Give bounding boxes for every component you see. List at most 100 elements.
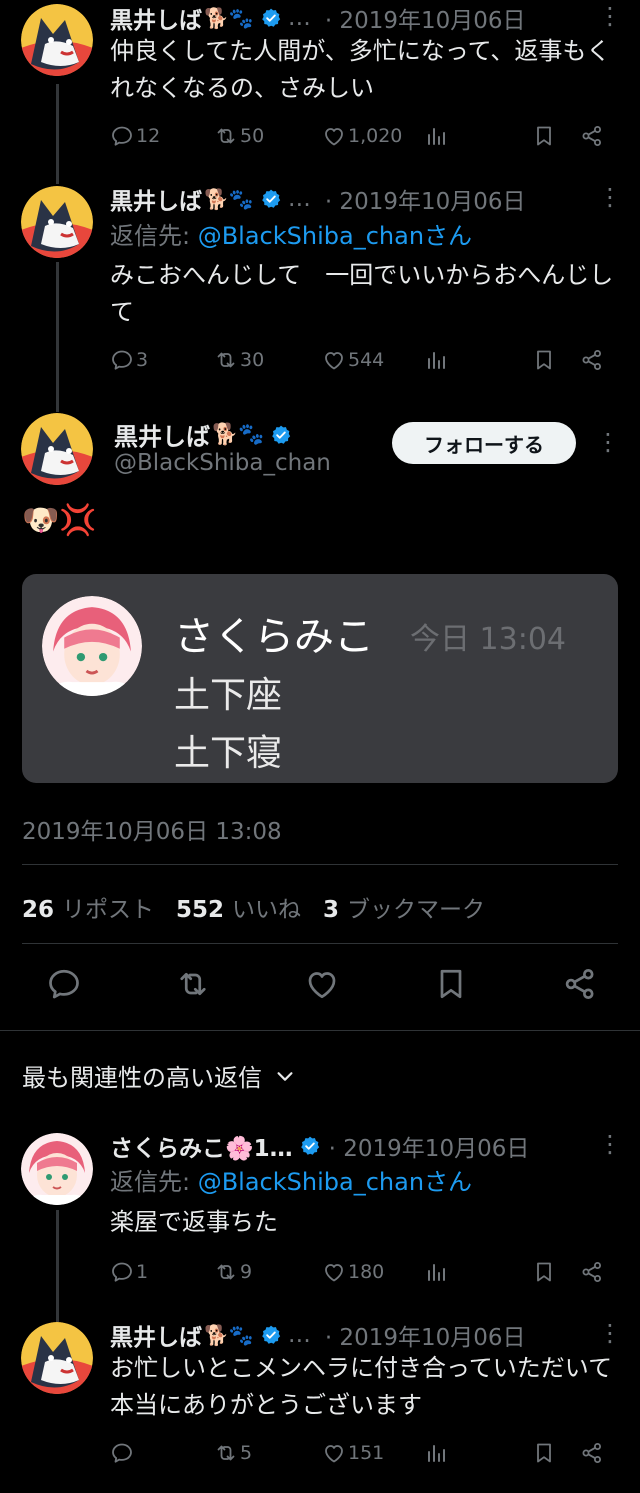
retweet-icon bbox=[214, 1441, 238, 1465]
like-count: 1,020 bbox=[348, 125, 403, 147]
views-button[interactable] bbox=[424, 348, 532, 372]
reply-mention-link[interactable]: @BlackShiba_chanさん bbox=[198, 222, 472, 250]
reply-button[interactable]: 3 bbox=[110, 348, 214, 372]
tweet-text: お忙しいとこメンヘラに付き合っていただいて本当にありがとうございます bbox=[110, 1354, 613, 1419]
avatar[interactable] bbox=[21, 186, 93, 258]
views-button[interactable] bbox=[424, 1260, 532, 1284]
tweet-actions: 12 50 1,020 bbox=[110, 120, 616, 152]
share-button[interactable] bbox=[580, 1260, 604, 1284]
views-button[interactable] bbox=[424, 124, 532, 148]
divider bbox=[22, 864, 618, 865]
like-icon[interactable] bbox=[304, 966, 340, 1002]
bookmark-button[interactable] bbox=[532, 1260, 580, 1284]
tweet-actions: 5 151 bbox=[110, 1437, 616, 1469]
retweet-button[interactable]: 50 bbox=[214, 124, 322, 148]
retweet-icon bbox=[214, 348, 238, 372]
share-button[interactable] bbox=[580, 1441, 604, 1465]
bookmark-icon[interactable] bbox=[433, 966, 469, 1002]
author-name[interactable]: 黒井しば bbox=[110, 182, 202, 216]
share-icon bbox=[580, 124, 604, 148]
author-name[interactable]: 黒井しば bbox=[114, 417, 210, 452]
tweet-text: みこおへんじして 一回でいいからおへんじして bbox=[110, 261, 614, 326]
reply-button[interactable]: 12 bbox=[110, 124, 214, 148]
reply-mention-link[interactable]: @BlackShiba_chanさん bbox=[198, 1168, 472, 1196]
like-button[interactable]: 1,020 bbox=[322, 124, 424, 148]
tweet-date[interactable]: · 2019年10月06日 bbox=[325, 1318, 526, 1352]
views-button[interactable] bbox=[424, 1441, 532, 1465]
bookmark-button[interactable] bbox=[532, 348, 580, 372]
reply-count: 3 bbox=[136, 349, 149, 371]
reply-sort-dropdown[interactable]: 最も関連性の高い返信 bbox=[22, 1058, 296, 1093]
bookmarks-stat[interactable]: 3 ブックマーク bbox=[323, 890, 485, 924]
likes-label: いいね bbox=[232, 897, 302, 923]
retweet-button[interactable]: 5 bbox=[214, 1441, 322, 1465]
retweet-icon[interactable] bbox=[175, 966, 211, 1002]
author-handle[interactable]: @BlackShiba_chan bbox=[114, 450, 331, 476]
more-icon[interactable]: ⋮ bbox=[598, 183, 622, 211]
more-icon[interactable]: ⋮ bbox=[598, 1130, 622, 1158]
card-line: 土下寝 bbox=[174, 733, 283, 774]
like-button[interactable]: 180 bbox=[322, 1260, 424, 1284]
like-icon bbox=[322, 1441, 346, 1465]
follow-button[interactable]: フォローする bbox=[392, 422, 576, 464]
verified-icon bbox=[260, 1324, 282, 1346]
reply-prefix: 返信先: bbox=[110, 222, 198, 250]
reply-count: 1 bbox=[136, 1261, 149, 1283]
thread-line bbox=[56, 84, 59, 184]
like-button[interactable]: 544 bbox=[322, 348, 424, 372]
author-name[interactable]: 黒井しば bbox=[110, 1318, 202, 1352]
reposts-count: 26 bbox=[22, 897, 55, 923]
chevron-down-icon bbox=[277, 1071, 293, 1081]
tweet-date[interactable]: · 2019年10月06日 bbox=[329, 1129, 530, 1163]
sort-label: 最も関連性の高い返信 bbox=[22, 1064, 262, 1092]
avatar[interactable] bbox=[21, 4, 93, 76]
tweet-date[interactable]: · 2019年10月06日 bbox=[325, 182, 526, 216]
tweet-text: 仲良くしてた人間が、多忙になって、返事もくれなくなるの、さみしい bbox=[110, 37, 611, 102]
main-actions bbox=[22, 966, 618, 1010]
reposts-stat[interactable]: 26 リポスト bbox=[22, 890, 154, 924]
reposts-label: リポスト bbox=[62, 897, 155, 923]
author-name[interactable]: 黒井しば bbox=[110, 1, 202, 35]
bookmark-icon bbox=[532, 1260, 556, 1284]
reply-prefix: 返信先: bbox=[110, 1168, 198, 1196]
retweet-count: 50 bbox=[240, 125, 265, 147]
bookmark-icon bbox=[532, 1441, 556, 1465]
likes-stat[interactable]: 552 いいね bbox=[176, 890, 301, 924]
like-button[interactable]: 151 bbox=[322, 1441, 424, 1465]
reply-button[interactable]: 1 bbox=[110, 1260, 214, 1284]
more-icon[interactable]: ⋮ bbox=[596, 428, 620, 456]
retweet-count: 9 bbox=[240, 1261, 253, 1283]
more-icon[interactable]: ⋮ bbox=[598, 2, 622, 30]
reply-icon[interactable] bbox=[46, 966, 82, 1002]
reply-count: 12 bbox=[136, 125, 161, 147]
like-icon bbox=[322, 1260, 346, 1284]
avatar[interactable] bbox=[21, 1133, 93, 1205]
tweet-actions: 3 30 544 bbox=[110, 344, 616, 376]
reply-context: 返信先: @BlackShiba_chanさん bbox=[110, 1164, 620, 1201]
share-button[interactable] bbox=[580, 124, 604, 148]
author-name[interactable]: さくらみこ🌸1… bbox=[110, 1129, 293, 1163]
retweet-button[interactable]: 9 bbox=[214, 1260, 322, 1284]
retweet-button[interactable]: 30 bbox=[214, 348, 322, 372]
share-icon bbox=[580, 348, 604, 372]
thread-line bbox=[56, 1210, 59, 1322]
avatar[interactable] bbox=[21, 1322, 93, 1394]
embedded-image[interactable]: さくらみこ 今日 13:04 土下座 土下寝 bbox=[22, 574, 618, 783]
verified-icon bbox=[270, 424, 292, 446]
avatar[interactable] bbox=[21, 413, 93, 485]
bookmark-button[interactable] bbox=[532, 124, 580, 148]
tweet-date[interactable]: · 2019年10月06日 bbox=[325, 1, 526, 35]
more-icon[interactable]: ⋮ bbox=[598, 1319, 622, 1347]
card-line: 土下座 bbox=[174, 675, 283, 716]
share-icon[interactable] bbox=[562, 966, 598, 1002]
share-button[interactable] bbox=[580, 348, 604, 372]
engagement-stats: 26 リポスト 552 いいね 3 ブックマーク bbox=[22, 890, 507, 924]
tweet-timestamp[interactable]: 2019年10月06日 13:08 bbox=[22, 812, 282, 846]
reply-button[interactable] bbox=[110, 1441, 214, 1465]
divider bbox=[22, 943, 618, 944]
views-icon bbox=[424, 124, 448, 148]
bookmark-button[interactable] bbox=[532, 1441, 580, 1465]
thread-line bbox=[56, 262, 59, 412]
card-avatar bbox=[42, 596, 142, 696]
retweet-icon bbox=[214, 1260, 238, 1284]
